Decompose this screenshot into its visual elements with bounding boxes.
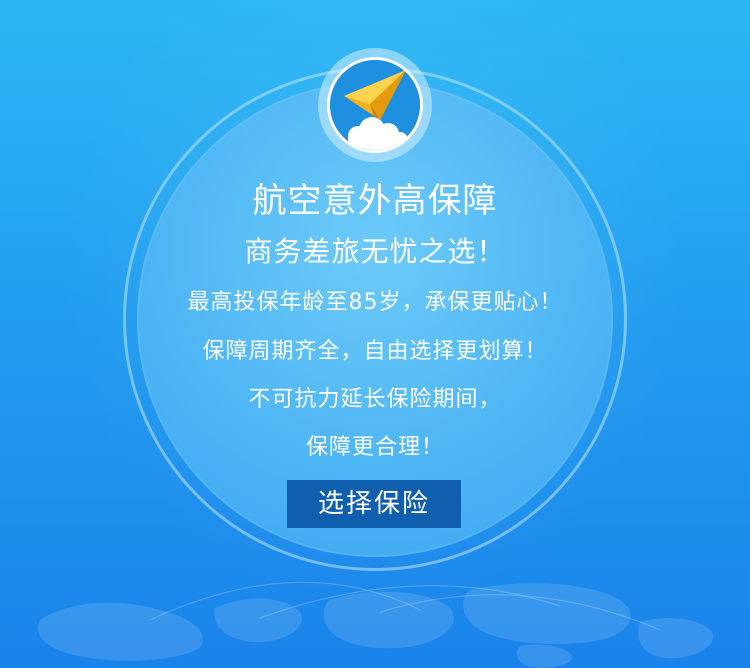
feature-line-force-majeure: 不可抗力延长保险期间， bbox=[248, 387, 502, 412]
feature-line-coverage: 保障更合理！ bbox=[305, 435, 444, 460]
logo-badge bbox=[327, 57, 423, 153]
feature-line-period: 保障周期齐全，自由选择更划算！ bbox=[202, 339, 548, 364]
hero-subtitle: 商务差旅无忧之选！ bbox=[244, 235, 506, 268]
paper-plane-icon bbox=[330, 60, 420, 150]
select-insurance-button[interactable]: 选择保险 bbox=[287, 480, 461, 528]
world-map-decoration bbox=[38, 581, 714, 668]
feature-line-age: 最高投保年龄至85岁，承保更贴心！ bbox=[187, 290, 563, 315]
hero-title: 航空意外高保障 bbox=[252, 181, 498, 221]
